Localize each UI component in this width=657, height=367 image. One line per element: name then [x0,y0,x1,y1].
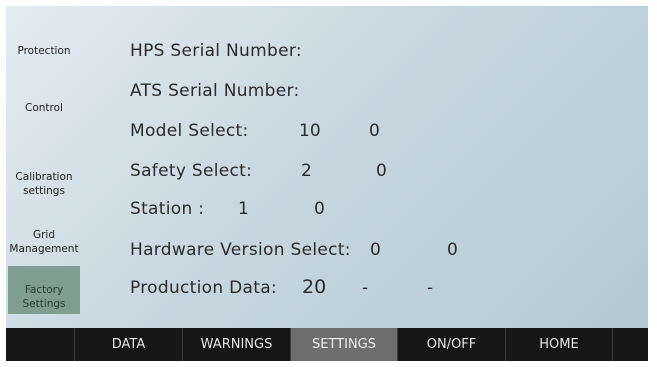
station-value-1[interactable]: 1 [238,199,249,219]
hardware-version-value-2[interactable]: 0 [447,240,458,260]
ats-serial-label: ATS Serial Number: [130,81,300,101]
tab-blank-left [6,328,74,361]
bottom-nav: DATA WARNINGS SETTINGS ON/OFF HOME [6,328,648,361]
station-label: Station : [130,199,205,219]
sidebar-item-protection[interactable]: Protection [6,44,82,58]
hardware-version-label: Hardware Version Select: [130,240,351,260]
production-data-value-1[interactable]: 20 [302,276,326,298]
production-data-separator-2: - [427,278,434,298]
production-data-separator-1: - [362,278,369,298]
model-select-value-2[interactable]: 0 [369,121,380,141]
tab-settings[interactable]: SETTINGS [290,328,397,361]
sidebar-item-label: Control [25,102,63,114]
tab-on-off[interactable]: ON/OFF [397,328,505,361]
model-select-label: Model Select: [130,121,249,141]
sidebar-item-label: Factory Settings [22,284,66,310]
safety-select-value-1[interactable]: 2 [301,161,312,181]
production-data-label: Production Data: [130,278,277,298]
tab-blank-right [612,328,648,361]
settings-screen: Protection Control Calibration settings … [6,6,648,361]
tab-home[interactable]: HOME [505,328,612,361]
sidebar-item-label: Grid Management [9,229,79,255]
sidebar-item-factory-settings[interactable]: Factory Settings [8,266,80,314]
tab-warnings[interactable]: WARNINGS [182,328,290,361]
sidebar-item-control[interactable]: Control [6,101,82,115]
sidebar-item-grid-management[interactable]: Grid Management [6,214,82,256]
sidebar-item-label: Protection [17,45,71,57]
station-value-2[interactable]: 0 [314,199,325,219]
sidebar-item-label: Calibration settings [15,171,73,197]
sidebar-item-calibration-settings[interactable]: Calibration settings [6,156,82,198]
tab-data[interactable]: DATA [74,328,182,361]
safety-select-value-2[interactable]: 0 [376,161,387,181]
model-select-value-1[interactable]: 10 [299,121,321,141]
safety-select-label: Safety Select: [130,161,253,181]
hardware-version-value-1[interactable]: 0 [370,240,381,260]
hps-serial-label: HPS Serial Number: [130,41,302,61]
